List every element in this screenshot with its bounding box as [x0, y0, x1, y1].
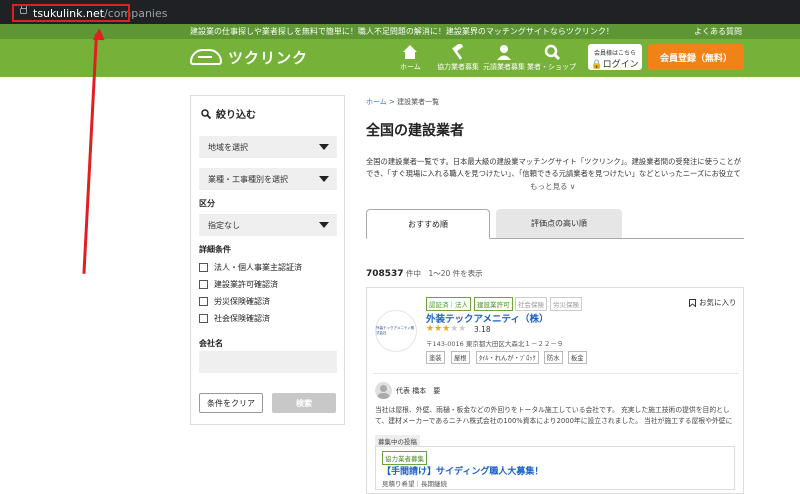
- card-divider: [373, 373, 739, 374]
- checkbox-social-insurance[interactable]: 社会保険確認済: [199, 313, 270, 324]
- search-button[interactable]: 検索: [272, 393, 336, 413]
- helmet-logo-icon: [190, 49, 222, 65]
- tab-high-rating[interactable]: 評価点の高い順: [496, 209, 622, 238]
- category-label: 区分: [199, 199, 215, 208]
- worker-icon: [497, 45, 511, 60]
- tag-tile-brick: ﾀｲﾙ・れんが・ﾌﾞﾛｯｸ: [476, 351, 539, 364]
- badge-verified-corporate: 認証済｜法人: [426, 297, 471, 311]
- login-label: 🔒ログイン: [591, 60, 639, 70]
- company-name-input[interactable]: [199, 351, 337, 373]
- details-label: 詳細条件: [199, 245, 231, 254]
- sort-tabs: おすすめ順 評価点の高い順: [366, 209, 744, 239]
- page-title: 全国の建設業者: [366, 123, 464, 139]
- rating-value: 3.18: [474, 325, 491, 334]
- hammer-icon: [452, 44, 464, 60]
- avatar: [375, 382, 392, 399]
- tag-roof: 屋根: [451, 351, 470, 364]
- company-card[interactable]: 認証済｜法人 建設業許可 社会保険 労災保険 お気に入り 外装テックアメニティ株…: [366, 287, 744, 494]
- site-tagline: 建設業の仕事探しや業者探しを無料で簡単に！職人不足問題の解消に！建設業界のマッチ…: [190, 27, 614, 36]
- representative-name: 代表 橋本 要: [396, 387, 441, 395]
- magnifier-icon: [201, 108, 211, 119]
- chevron-down-icon: [319, 222, 329, 228]
- recruit-post[interactable]: 協力業者募集 【手間請け】サイディング職人大募集！ 見積り希望｜長期継続: [375, 446, 735, 490]
- search-icon: [544, 44, 560, 60]
- house-icon: [403, 45, 418, 59]
- nav-home[interactable]: ホーム: [400, 44, 421, 72]
- checkbox-corporate-verified[interactable]: 法人・個人事業主認証済: [199, 262, 302, 273]
- register-button[interactable]: 会員登録（無料）: [648, 44, 744, 70]
- region-select[interactable]: 地域を選択: [199, 136, 337, 158]
- tag-waterproof: 防水: [544, 351, 563, 364]
- tag-sheet-metal: 板金: [568, 351, 587, 364]
- nav-partner-recruit[interactable]: 協力業者募集: [437, 44, 479, 72]
- company-intro: 当社は屋根、外壁、雨樋・板金などの外回りをトータル施工している会社です。 充実し…: [375, 406, 733, 425]
- annotation-arrow-head: [92, 27, 106, 41]
- checkbox[interactable]: [199, 297, 208, 306]
- recruit-title[interactable]: 【手間請け】サイディング職人大募集！: [382, 464, 543, 477]
- badge-workers-comp: 労災保険: [550, 297, 582, 311]
- company-address: 〒143-0016 東京都大田区大森北１－２２－９: [426, 340, 564, 348]
- badge-social-insurance: 社会保険: [515, 297, 547, 311]
- nav-contractor-recruit-label: 元請業者募集: [483, 63, 525, 71]
- nav-partner-recruit-label: 協力業者募集: [437, 63, 479, 71]
- breadcrumb-home[interactable]: ホーム: [366, 98, 387, 106]
- page-description: 全国の建設業者一覧です。日本最大級の建設業マッチングサイト「ツクリンク」。建設業…: [366, 157, 742, 178]
- rating-stars: ★★★★★: [426, 324, 467, 334]
- chevron-down-icon: [319, 144, 329, 150]
- filter-title: 絞り込む: [201, 106, 256, 121]
- checkbox[interactable]: [199, 263, 208, 272]
- favorite-button[interactable]: お気に入り: [689, 297, 737, 308]
- tag-painting: 塗装: [426, 351, 445, 364]
- breadcrumb: ホーム > 建設業者一覧: [366, 97, 439, 107]
- clear-button[interactable]: 条件をクリア: [199, 393, 263, 413]
- url-highlight-box: [12, 4, 130, 22]
- category-select[interactable]: 指定なし: [199, 214, 337, 236]
- logo-text: ツクリンク: [228, 48, 309, 67]
- recruit-badge: 協力業者募集: [382, 451, 427, 465]
- breadcrumb-current: > 建設業者一覧: [386, 98, 440, 106]
- tab-recommended[interactable]: おすすめ順: [366, 209, 490, 239]
- faq-link[interactable]: よくある質問: [694, 26, 742, 37]
- checkbox-workers-comp[interactable]: 労災保険確認済: [199, 296, 270, 307]
- recruit-subtitle: 見積り希望｜長期継続: [382, 480, 447, 488]
- company-logo[interactable]: 外装テックアメニティ株式会社: [375, 310, 417, 352]
- nav-home-label: ホーム: [400, 63, 421, 71]
- nav-shop-label: 業者・ショップ: [527, 63, 576, 71]
- industry-select[interactable]: 業種・工事種別を選択: [199, 168, 337, 190]
- site-logo[interactable]: ツクリンク: [190, 46, 308, 68]
- login-small-text: 会員様はこちら: [593, 50, 636, 57]
- nav-contractor-recruit[interactable]: 元請業者募集: [483, 44, 525, 72]
- checkbox-license-verified[interactable]: 建設業許可確認済: [199, 279, 278, 290]
- login-button[interactable]: 会員様はこちら 🔒ログイン: [588, 44, 642, 70]
- filter-sidebar: 絞り込む 地域を選択 業種・工事種別を選択 区分 指定なし 詳細条件 法人・個人…: [190, 95, 345, 425]
- company-name[interactable]: 外装テックアメニティ（株）: [426, 311, 548, 325]
- company-name-label: 会社名: [199, 339, 223, 348]
- nav-shop[interactable]: 業者・ショップ: [527, 44, 576, 72]
- chevron-down-icon: [319, 176, 329, 182]
- badge-construction-license: 建設業許可: [474, 297, 513, 311]
- result-count: 708537 件中 1〜20 件を表示: [366, 269, 483, 279]
- more-link[interactable]: もっと見る ∨: [530, 181, 575, 192]
- checkbox[interactable]: [199, 280, 208, 289]
- checkbox[interactable]: [199, 314, 208, 323]
- bookmark-icon: [689, 298, 696, 307]
